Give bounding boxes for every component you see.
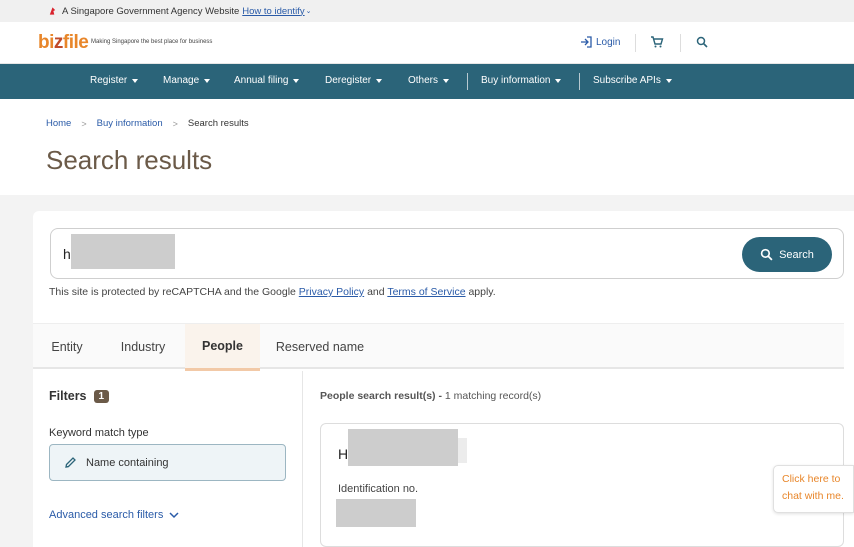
- search-input-value: h: [63, 246, 71, 262]
- divider: [635, 34, 636, 52]
- filters-title: Filters 1: [49, 389, 110, 403]
- login-label: Login: [596, 36, 621, 48]
- redacted-block: [71, 234, 175, 269]
- chat-line-1: Click here to: [782, 473, 841, 485]
- page-header: Home > Buy information > Search results …: [0, 99, 854, 195]
- tab-industry[interactable]: Industry: [108, 324, 178, 370]
- page-title: Search results: [46, 145, 213, 175]
- main-nav: Register Manage Annual filing Deregister…: [0, 64, 854, 99]
- nav-divider: [579, 73, 580, 90]
- nav-divider: [467, 73, 468, 90]
- keyword-match-select[interactable]: Name containing: [49, 444, 286, 481]
- redacted-block: [348, 429, 458, 466]
- tab-reserved-name[interactable]: Reserved name: [270, 324, 370, 370]
- caret-down-icon: [293, 78, 300, 83]
- breadcrumb-current: Search results: [187, 118, 249, 129]
- breadcrumb-home[interactable]: Home: [46, 118, 71, 129]
- recaptcha-notice: This site is protected by reCAPTCHA and …: [49, 286, 496, 298]
- privacy-policy-link[interactable]: Privacy Policy: [299, 286, 364, 298]
- results-panel: People search result(s) - 1 matching rec…: [303, 371, 844, 547]
- caret-down-icon: [443, 78, 450, 83]
- chevron-right-icon: >: [172, 118, 178, 129]
- tagline: Making Singapore the best place for busi…: [91, 39, 213, 45]
- nav-subscribe-apis[interactable]: Subscribe APIs: [593, 75, 672, 86]
- caret-down-icon: [204, 78, 211, 83]
- caret-down-icon: [665, 78, 672, 83]
- result-name: H: [338, 446, 349, 462]
- chat-line-2: chat with me.: [782, 490, 844, 502]
- tab-people[interactable]: People: [185, 324, 260, 371]
- search-card: h Search This site is protected by reCAP…: [33, 211, 854, 547]
- nav-manage[interactable]: Manage: [163, 75, 211, 86]
- result-card[interactable]: H Identification no.: [320, 423, 844, 547]
- chevron-right-icon: >: [81, 118, 87, 129]
- pencil-icon: [65, 457, 76, 468]
- login-link[interactable]: Login: [580, 36, 620, 48]
- gov-banner-text: A Singapore Government Agency Website: [62, 5, 240, 17]
- search-button[interactable]: Search: [742, 237, 832, 272]
- divider: [680, 34, 681, 52]
- search-tabs: Entity Industry People Reserved name: [33, 323, 844, 371]
- chevron-down-icon: ⌄: [305, 8, 312, 15]
- redacted-block: [458, 438, 467, 463]
- gov-banner: A Singapore Government Agency Website Ho…: [0, 0, 854, 22]
- singapore-lion-icon: [49, 7, 56, 15]
- chat-widget[interactable]: Click here to chat with me.: [773, 465, 854, 513]
- keyword-match-value: Name containing: [86, 456, 169, 469]
- login-icon: [581, 36, 592, 48]
- caret-down-icon: [555, 78, 562, 83]
- advanced-search-filters-toggle[interactable]: Advanced search filters: [49, 509, 179, 521]
- identification-label: Identification no.: [338, 483, 419, 495]
- tab-entity[interactable]: Entity: [33, 324, 101, 370]
- how-to-identify-link[interactable]: How to identify: [242, 6, 304, 17]
- search-icon[interactable]: [696, 36, 708, 48]
- brand-bar: bizfile Making Singapore the best place …: [0, 22, 854, 64]
- search-input[interactable]: h Search: [50, 228, 844, 279]
- breadcrumb: Home > Buy information > Search results: [46, 118, 249, 129]
- chevron-down-icon: [169, 511, 179, 518]
- nav-register[interactable]: Register: [90, 75, 139, 86]
- keyword-match-label: Keyword match type: [49, 427, 149, 439]
- bizfile-logo[interactable]: bizfile: [38, 32, 89, 54]
- nav-deregister[interactable]: Deregister: [325, 75, 383, 86]
- nav-others[interactable]: Others: [408, 75, 450, 86]
- search-button-label: Search: [779, 248, 814, 261]
- nav-buy-information[interactable]: Buy information: [481, 75, 562, 86]
- breadcrumb-buy-information[interactable]: Buy information: [97, 118, 163, 129]
- caret-down-icon: [132, 78, 139, 83]
- filters-panel: Filters 1 Keyword match type Name contai…: [33, 371, 303, 547]
- results-heading: People search result(s) - 1 matching rec…: [320, 390, 542, 402]
- terms-of-service-link[interactable]: Terms of Service: [387, 286, 465, 298]
- caret-down-icon: [376, 78, 383, 83]
- cart-icon[interactable]: [650, 35, 664, 49]
- search-icon: [760, 248, 773, 261]
- nav-annual-filing[interactable]: Annual filing: [234, 75, 300, 86]
- redacted-block: [336, 499, 416, 527]
- filters-count-badge: 1: [93, 389, 110, 403]
